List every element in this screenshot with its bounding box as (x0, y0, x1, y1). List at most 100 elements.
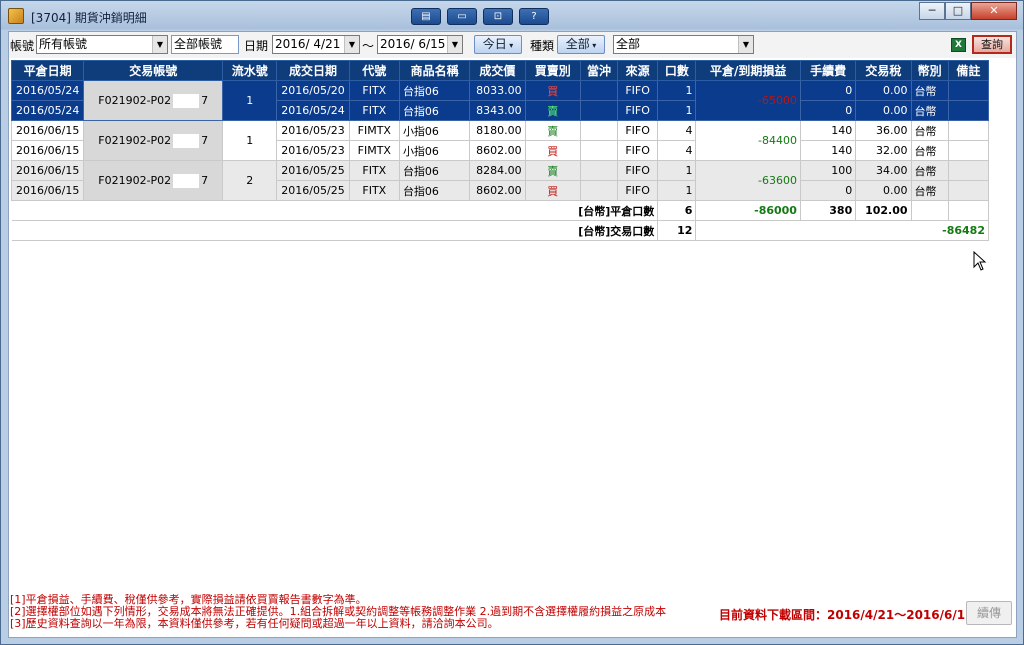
close-date-cell: 2016/06/15 (10, 160, 85, 181)
close-date-cell: 2016/06/15 (10, 180, 85, 201)
minimize-button[interactable]: ─ (919, 2, 945, 20)
table-row[interactable]: 2016/06/15 F021902-P02 7 2 2016/05/25 FITX 台指0… (10, 160, 990, 201)
product-cell: 台指06 (398, 80, 471, 101)
column-header[interactable]: 備註 (947, 60, 990, 81)
chevron-down-icon[interactable]: ▼ (344, 36, 359, 53)
serial-cell: 1 (222, 120, 278, 161)
code-cell: FITX (348, 160, 400, 181)
column-header[interactable]: 成交日期 (276, 60, 350, 81)
price-cell: 8284.00 (469, 160, 526, 181)
code-cell: FIMTX (348, 140, 400, 161)
help-icon[interactable]: ? (519, 8, 549, 25)
serial-cell: 2 (222, 160, 278, 201)
window-icon[interactable]: ▭ (447, 8, 477, 25)
chevron-down-icon[interactable]: ▼ (738, 36, 753, 53)
column-header[interactable]: 平倉/到期損益 (695, 60, 801, 81)
trade-date-cell: 2016/05/24 (276, 100, 350, 121)
title-toolbar: ▤ ▭ ⊡ ? (411, 8, 549, 25)
code-cell: FITX (348, 100, 400, 121)
column-header[interactable]: 買賣別 (524, 60, 581, 81)
summary-row-trade: [台幣]交易口數 12 -86482 (11, 220, 989, 241)
chevron-down-icon[interactable]: ▼ (152, 36, 167, 53)
trade-qty-label: [台幣]交易口數 (11, 220, 658, 241)
empty-cell (910, 200, 949, 221)
date-from-picker[interactable]: 2016/ 4/21 ▼ (272, 35, 360, 54)
side-cell: 買 (524, 80, 581, 101)
empty-cell (947, 200, 990, 221)
date-to-value: 2016/ 6/15 (380, 37, 446, 51)
account-name-field[interactable]: 全部帳號 (171, 35, 239, 54)
close-date-cell: 2016/05/24 (10, 80, 85, 101)
date-from-value: 2016/ 4/21 (275, 37, 341, 51)
column-header[interactable]: 交易帳號 (83, 60, 224, 81)
query-button[interactable]: 查詢 (972, 35, 1012, 54)
column-header[interactable]: 幣別 (910, 60, 949, 81)
column-header[interactable]: 口數 (657, 60, 697, 81)
close-date-cell: 2016/06/15 (10, 140, 85, 161)
column-header[interactable]: 手續費 (799, 60, 857, 81)
settlement-table: 平倉日期 交易帳號 流水號 成交日期 代號 商品名稱 成交價 買賣別 當沖 來源 口數 平倉/到期損益… (10, 60, 990, 241)
trade-net-total: -86482 (695, 220, 989, 241)
source-cell: FIFO (617, 100, 659, 121)
table-row[interactable]: 2016/05/24 F021902-P02 7 1 2016/05/20 FITX 台指0… (10, 80, 990, 121)
column-header[interactable]: 來源 (617, 60, 659, 81)
column-header[interactable]: 成交價 (469, 60, 526, 81)
note-cell (947, 100, 990, 121)
price-cell: 8180.00 (469, 120, 526, 141)
account-select[interactable]: 所有帳號 ▼ (36, 35, 168, 54)
type-dropdown-value: 全部 (565, 37, 590, 51)
filter-toolbar: 帳號 所有帳號 ▼ 全部帳號 日期 2016/ 4/21 ▼ ～ 2016/ 6… (9, 32, 1016, 58)
column-header[interactable]: 交易稅 (855, 60, 912, 81)
account-select-value: 所有帳號 (39, 37, 88, 51)
trade-date-cell: 2016/05/23 (276, 140, 350, 161)
product-select[interactable]: 全部 ▼ (613, 35, 754, 54)
table-row[interactable]: 2016/06/15 F021902-P02 7 1 2016/05/23 FIMTX 小指… (10, 120, 990, 161)
date-to-picker[interactable]: 2016/ 6/15 ▼ (377, 35, 463, 54)
account-prefix: F021902-P02 (98, 93, 172, 107)
excel-export-icon[interactable]: X (951, 38, 966, 52)
mouse-cursor-icon (973, 251, 987, 271)
layout-icon[interactable]: ▤ (411, 8, 441, 25)
qty-cell: 4 (657, 120, 697, 141)
side-cell: 買 (524, 180, 581, 201)
tax-cell: 0.00 (855, 100, 912, 121)
account-suffix: 7 (201, 133, 209, 147)
daytrade-cell (579, 160, 619, 181)
column-header[interactable]: 平倉日期 (10, 60, 85, 81)
code-cell: FIMTX (348, 120, 400, 141)
side-cell: 買 (524, 140, 581, 161)
resume-download-button[interactable]: 續傳 (966, 601, 1012, 625)
title-bar[interactable]: [3704] 期貨沖銷明細 ▤ ▭ ⊡ ? ─ □ ✕ (1, 1, 1023, 31)
column-header[interactable]: 代號 (348, 60, 400, 81)
note-cell (947, 80, 990, 101)
type-dropdown[interactable]: 全部 ▾ (557, 35, 605, 54)
column-header[interactable]: 流水號 (222, 60, 278, 81)
chevron-down-icon[interactable]: ▼ (447, 36, 462, 53)
qty-cell: 1 (657, 180, 697, 201)
side-cell: 賣 (524, 120, 581, 141)
pnl-cell: -65000 (695, 80, 801, 121)
account-cell: F021902-P02 7 (83, 120, 224, 161)
note-cell (947, 140, 990, 161)
daytrade-cell (579, 120, 619, 141)
column-header[interactable]: 商品名稱 (398, 60, 471, 81)
code-cell: FITX (348, 180, 400, 201)
note-cell (947, 120, 990, 141)
maximize-button[interactable]: □ (945, 2, 971, 20)
daytrade-cell (579, 140, 619, 161)
fee-cell: 140 (799, 120, 857, 141)
account-cell: F021902-P02 7 (83, 80, 224, 121)
price-cell: 8602.00 (469, 180, 526, 201)
account-prefix: F021902-P02 (98, 133, 172, 147)
daytrade-cell (579, 180, 619, 201)
column-header[interactable]: 當沖 (579, 60, 619, 81)
close-date-cell: 2016/06/15 (10, 120, 85, 141)
product-cell: 台指06 (398, 100, 471, 121)
price-cell: 8033.00 (469, 80, 526, 101)
product-cell: 小指06 (398, 140, 471, 161)
close-button[interactable]: ✕ (971, 2, 1017, 20)
fee-cell: 100 (799, 160, 857, 181)
camera-icon[interactable]: ⊡ (483, 8, 513, 25)
tax-cell: 32.00 (855, 140, 912, 161)
today-button[interactable]: 今日 ▾ (474, 35, 522, 54)
